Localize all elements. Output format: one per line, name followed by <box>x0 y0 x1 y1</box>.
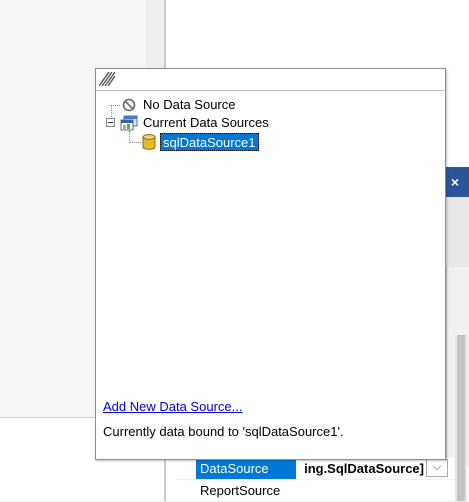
properties-toolbar-strip <box>446 197 469 267</box>
tree-item-current-data-sources[interactable]: Current Data Sources <box>143 115 269 131</box>
tree-item-sql-data-source[interactable]: sqlDataSource1 <box>160 133 259 151</box>
tree-connector <box>129 142 141 143</box>
property-name-datasource[interactable]: DataSource <box>196 458 296 479</box>
chevron-down-icon: ⌵ <box>432 461 442 473</box>
property-dropdown-button[interactable]: ⌵ <box>426 459 448 477</box>
data-source-picker-popup: No Data Source Current Data Sources sqlD… <box>95 68 446 460</box>
close-icon: × <box>450 174 460 190</box>
property-grid: DataSource ing.SqlDataSource] ⌵ ReportSo… <box>176 458 454 502</box>
database-cylinder-icon <box>142 134 156 150</box>
property-row-datasource[interactable]: DataSource ing.SqlDataSource] ⌵ <box>176 458 454 480</box>
property-value-reportsource[interactable] <box>298 480 426 501</box>
bound-status-text: Currently data bound to 'sqlDataSource1'… <box>103 424 344 439</box>
scrollbar-thumb[interactable] <box>457 335 465 501</box>
data-sources-icon <box>120 115 138 131</box>
resize-grip-icon[interactable] <box>99 72 115 86</box>
add-new-data-source-link[interactable]: Add New Data Source... <box>103 399 242 415</box>
property-name-reportsource[interactable]: ReportSource <box>196 480 296 501</box>
tree-connector <box>111 105 120 106</box>
no-entry-icon <box>122 98 136 112</box>
popup-titlebar[interactable] <box>96 69 445 91</box>
property-value-datasource[interactable]: ing.SqlDataSource] <box>298 458 426 479</box>
tree-item-no-data-source[interactable]: No Data Source <box>143 97 236 113</box>
tree-collapse-toggle[interactable] <box>106 118 115 127</box>
property-row-reportsource[interactable]: ReportSource <box>176 480 454 502</box>
